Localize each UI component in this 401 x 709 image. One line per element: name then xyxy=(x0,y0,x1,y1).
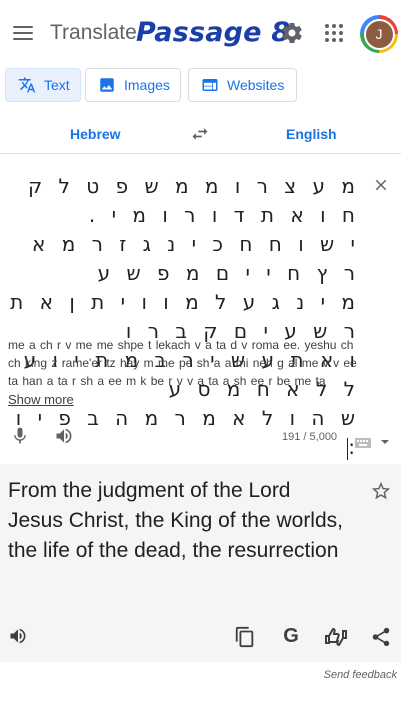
keyboard-icon[interactable] xyxy=(355,435,371,448)
translation-output: From the judgment of the Lord Jesus Chri… xyxy=(8,479,343,562)
copy-icon[interactable] xyxy=(234,626,256,648)
source-text-input[interactable]: מ ע צ ר ו מ מ ש פ ט ל ק ח ו א ת ד ו ר ו … xyxy=(8,172,360,462)
swap-languages-icon[interactable] xyxy=(190,124,210,144)
rate-translation-icon[interactable] xyxy=(324,626,348,648)
microphone-icon[interactable] xyxy=(10,426,30,446)
tab-websites-label: Websites xyxy=(227,77,285,93)
tab-websites[interactable]: Websites xyxy=(188,68,297,102)
source-language-button[interactable]: Hebrew xyxy=(70,126,121,142)
character-count: 191 / 5,000 xyxy=(282,431,338,443)
source-panel: מ ע צ ר ו מ מ ש פ ט ל ק ח ו א ת ד ו ר ו … xyxy=(0,158,401,460)
image-icon xyxy=(98,76,116,94)
source-line: מ ע צ ר ו מ מ ש פ ט ל ק ח ו א ת ד ו ר ו … xyxy=(28,174,360,227)
settings-gear-icon[interactable] xyxy=(280,21,304,45)
listen-translation-speaker-icon[interactable] xyxy=(8,626,30,648)
menu-icon[interactable] xyxy=(12,22,34,44)
app-title: Translate xyxy=(50,21,137,44)
translate-icon xyxy=(18,76,36,94)
tab-text-label: Text xyxy=(44,77,70,93)
clear-close-icon[interactable] xyxy=(372,176,390,194)
target-language-button[interactable]: English xyxy=(286,126,337,142)
tab-text[interactable]: Text xyxy=(5,68,81,102)
show-more-link[interactable]: Show more xyxy=(8,392,74,407)
top-app-bar: Translate Passage 8 J xyxy=(0,0,401,66)
share-icon[interactable] xyxy=(370,626,392,648)
tab-images[interactable]: Images xyxy=(85,68,181,102)
avatar-initial: J xyxy=(363,18,395,50)
passage-title: Passage 8 xyxy=(136,17,291,48)
tab-images-label: Images xyxy=(124,77,170,93)
translation-panel: From the judgment of the Lord Jesus Chri… xyxy=(0,464,401,662)
account-avatar[interactable]: J xyxy=(360,15,398,53)
listen-speaker-icon[interactable] xyxy=(54,426,74,446)
apps-grid-icon[interactable] xyxy=(322,21,346,45)
mode-tabs: Text Images Websites xyxy=(0,68,401,106)
source-line: י ש ו ח ח כ י נ ג ז ר מ א ר ץ ח י י ם מ … xyxy=(32,232,360,285)
star-save-icon[interactable] xyxy=(370,480,392,502)
google-search-icon[interactable]: G xyxy=(279,624,303,648)
website-icon xyxy=(201,76,219,94)
language-bar: Hebrew English xyxy=(0,118,401,154)
transliteration-text: me a ch r v me me shpe t lekach v a ta d… xyxy=(8,338,357,388)
send-feedback-link[interactable]: Send feedback xyxy=(324,669,397,681)
chevron-down-icon[interactable] xyxy=(380,434,390,444)
